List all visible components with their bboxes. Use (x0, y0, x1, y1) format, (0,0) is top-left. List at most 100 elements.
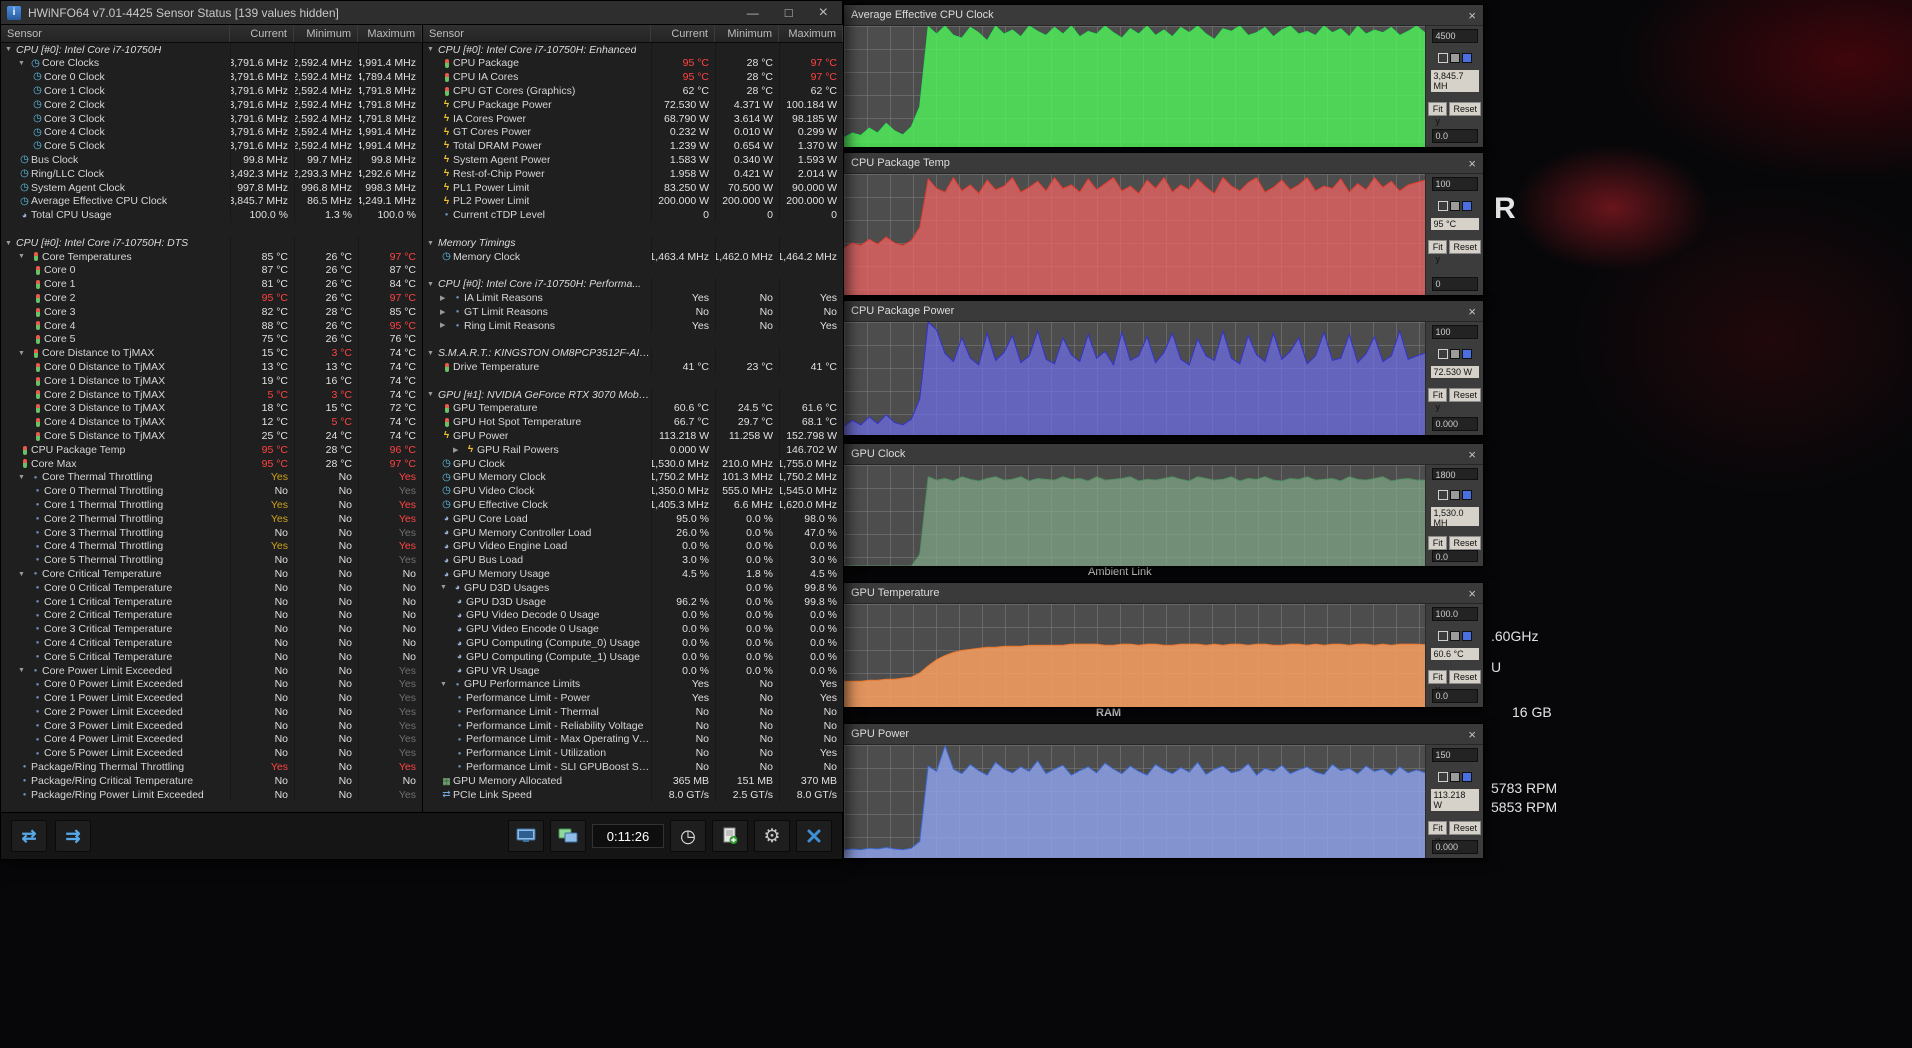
graph-close-icon[interactable] (1468, 157, 1476, 170)
expand-collapse-icon[interactable] (5, 240, 16, 247)
sensor-row[interactable]: Rest-of-Chip Power 1.958 W 0.421 W 2.014… (423, 167, 843, 181)
graph-titlebar[interactable]: GPU Clock (844, 444, 1483, 465)
header-sensor[interactable]: Sensor (1, 25, 230, 42)
header-maximum[interactable]: Maximum (779, 25, 843, 42)
graph-scale-min-field[interactable]: 0.0 (1432, 689, 1478, 703)
sensor-row[interactable]: GPU [#1]: NVIDIA GeForce RTX 3070 Mobile… (423, 388, 843, 402)
graph-close-icon[interactable] (1468, 9, 1476, 22)
sensor-row[interactable]: GPU VR Usage 0.0 % 0.0 % 0.0 % (423, 664, 843, 678)
sensor-row[interactable]: GPU Memory Controller Load 26.0 % 0.0 % … (423, 526, 843, 540)
header-minimum[interactable]: Minimum (294, 25, 358, 42)
sensor-row[interactable]: GT Cores Power 0.232 W 0.010 W 0.299 W (423, 126, 843, 140)
sensor-row[interactable]: Core 1 Power Limit Exceeded No No Yes (1, 691, 422, 705)
graph-scale-max-field[interactable]: 100 (1432, 177, 1478, 191)
sensor-row[interactable]: GPU Power 113.218 W 11.258 W 152.798 W (423, 429, 843, 443)
sensor-row[interactable]: Package/Ring Critical Temperature No No … (1, 774, 422, 788)
sensor-row[interactable]: Core 1 81 °C 26 °C 84 °C (1, 278, 422, 292)
sensor-row[interactable]: Core 4 Thermal Throttling Yes No Yes (1, 540, 422, 554)
sensor-row[interactable]: Core 0 Clock 3,791.6 MHz 2,592.4 MHz 4,7… (1, 71, 422, 85)
sensor-row[interactable]: Core 1 Clock 3,791.6 MHz 2,592.4 MHz 4,7… (1, 84, 422, 98)
graph-line-color-swatch[interactable] (1462, 349, 1472, 359)
sensor-row[interactable]: CPU Package Power 72.530 W 4.371 W 100.1… (423, 98, 843, 112)
sensor-row[interactable]: GPU Rail Powers 0.000 W 146.702 W (423, 443, 843, 457)
window-titlebar[interactable]: HWiNFO64 v7.01-4425 Sensor Status [139 v… (1, 1, 842, 25)
expand-collapse-icon[interactable] (427, 350, 438, 357)
remote-monitors-button[interactable] (550, 820, 586, 852)
sensor-row[interactable]: Core Critical Temperature No No No (1, 567, 422, 581)
sensor-row[interactable]: GPU Video Clock 1,350.0 MHz 555.0 MHz 1,… (423, 485, 843, 499)
settings-button[interactable] (754, 820, 790, 852)
sensor-row[interactable]: GPU Computing (Compute_1) Usage 0.0 % 0.… (423, 650, 843, 664)
expand-collapse-icon[interactable] (18, 350, 29, 357)
graph-scale-max-field[interactable]: 150 (1432, 748, 1478, 762)
expand-collapse-icon[interactable] (440, 309, 451, 316)
graph-background-color-swatch[interactable] (1450, 490, 1460, 500)
reset-button[interactable]: Reset (1449, 670, 1481, 684)
expand-collapse-icon[interactable] (18, 253, 29, 260)
sensor-row[interactable]: Core 0 Power Limit Exceeded No No Yes (1, 678, 422, 692)
graph-background-color-swatch[interactable] (1450, 201, 1460, 211)
graph-checkbox[interactable] (1438, 490, 1448, 500)
expand-collapse-icon[interactable] (453, 447, 464, 454)
sensor-row[interactable]: CPU [#0]: Intel Core i7-10750H: Enhanced (423, 43, 843, 57)
sensor-row[interactable]: Core 4 Distance to TjMAX 12 °C 5 °C 74 °… (1, 416, 422, 430)
expand-collapse-icon[interactable] (18, 667, 29, 674)
fit-y-button[interactable]: Fit y (1428, 388, 1447, 402)
graph-checkbox[interactable] (1438, 53, 1448, 63)
sensor-row[interactable]: System Agent Clock 997.8 MHz 996.8 MHz 9… (1, 181, 422, 195)
sensor-row[interactable]: PL1 Power Limit 83.250 W 70.500 W 90.000… (423, 181, 843, 195)
graph-titlebar[interactable]: Average Effective CPU Clock (844, 5, 1483, 26)
sensor-row[interactable]: Core 2 Power Limit Exceeded No No Yes (1, 705, 422, 719)
sensor-row[interactable]: CPU Package Temp 95 °C 28 °C 96 °C (1, 443, 422, 457)
sensor-row[interactable]: Core 5 Distance to TjMAX 25 °C 24 °C 74 … (1, 429, 422, 443)
sensor-row[interactable]: Performance Limit - Power Yes No Yes (423, 691, 843, 705)
sensor-row[interactable]: GPU Memory Clock 1,750.2 MHz 101.3 MHz 1… (423, 471, 843, 485)
sensor-row[interactable]: Ring Limit Reasons Yes No Yes (423, 319, 843, 333)
move-values-button[interactable] (55, 820, 91, 852)
sensor-row[interactable]: Core 3 Critical Temperature No No No (1, 622, 422, 636)
sensor-row[interactable]: Average Effective CPU Clock 3,845.7 MHz … (1, 195, 422, 209)
graph-checkbox[interactable] (1438, 772, 1448, 782)
sensor-row[interactable]: CPU [#0]: Intel Core i7-10750H (1, 43, 422, 57)
sensor-row[interactable]: Core 5 Critical Temperature No No No (1, 650, 422, 664)
expand-collapse-icon[interactable] (427, 46, 438, 53)
sensor-row[interactable]: Core 2 Thermal Throttling Yes No Yes (1, 512, 422, 526)
sensor-row[interactable]: GPU Performance Limits Yes No Yes (423, 678, 843, 692)
close-button[interactable] (819, 5, 828, 21)
sensor-row[interactable]: CPU Package 95 °C 28 °C 97 °C (423, 57, 843, 71)
sensor-row[interactable]: GPU Computing (Compute_0) Usage 0.0 % 0.… (423, 636, 843, 650)
expand-collapse-icon[interactable] (18, 474, 29, 481)
sensor-row[interactable]: Core Distance to TjMAX 15 °C 3 °C 74 °C (1, 347, 422, 361)
sensor-row[interactable]: Core 4 88 °C 26 °C 95 °C (1, 319, 422, 333)
sensor-row[interactable]: GPU Clock 1,530.0 MHz 210.0 MHz 1,755.0 … (423, 457, 843, 471)
expand-collapse-icon[interactable] (427, 281, 438, 288)
sensor-row[interactable]: Core 1 Thermal Throttling Yes No Yes (1, 498, 422, 512)
graph-line-color-swatch[interactable] (1462, 53, 1472, 63)
graph-titlebar[interactable]: GPU Power (844, 724, 1483, 745)
graph-titlebar[interactable]: GPU Temperature (844, 583, 1483, 604)
sensor-row[interactable]: GPU Core Load 95.0 % 0.0 % 98.0 % (423, 512, 843, 526)
sensor-row[interactable]: Core 5 75 °C 26 °C 76 °C (1, 333, 422, 347)
sensor-row[interactable]: Core 0 Thermal Throttling No No Yes (1, 485, 422, 499)
sensor-row[interactable]: System Agent Power 1.583 W 0.340 W 1.593… (423, 153, 843, 167)
graph-background-color-swatch[interactable] (1450, 349, 1460, 359)
expand-collapse-icon[interactable] (440, 681, 451, 688)
sensor-row[interactable]: S.M.A.R.T.: KINGSTON OM8PCP3512F-AI1... (423, 347, 843, 361)
graph-close-icon[interactable] (1468, 728, 1476, 741)
sensor-row[interactable]: Core 5 Thermal Throttling No No Yes (1, 553, 422, 567)
sensor-row[interactable]: Core 1 Distance to TjMAX 19 °C 16 °C 74 … (1, 374, 422, 388)
expand-collapse-icon[interactable] (427, 391, 438, 398)
expand-collapse-icon[interactable] (427, 240, 438, 247)
sensor-row[interactable]: Package/Ring Thermal Throttling Yes No Y… (1, 760, 422, 774)
sensor-row[interactable]: Core 2 Distance to TjMAX 5 °C 3 °C 74 °C (1, 388, 422, 402)
sensor-row[interactable]: Core 0 87 °C 26 °C 87 °C (1, 264, 422, 278)
sensor-row[interactable]: Performance Limit - SLI GPUBoost Sync No… (423, 760, 843, 774)
exit-button[interactable] (796, 820, 832, 852)
sensor-row[interactable]: GPU Video Encode 0 Usage 0.0 % 0.0 % 0.0… (423, 622, 843, 636)
sensor-row[interactable]: GPU Hot Spot Temperature 66.7 °C 29.7 °C… (423, 416, 843, 430)
sensor-row[interactable]: Performance Limit - Reliability Voltage … (423, 719, 843, 733)
expand-collapse-icon[interactable] (5, 46, 16, 53)
minimize-button[interactable] (747, 7, 759, 19)
sensor-row[interactable]: Core 3 Distance to TjMAX 18 °C 15 °C 72 … (1, 402, 422, 416)
graph-close-icon[interactable] (1468, 587, 1476, 600)
